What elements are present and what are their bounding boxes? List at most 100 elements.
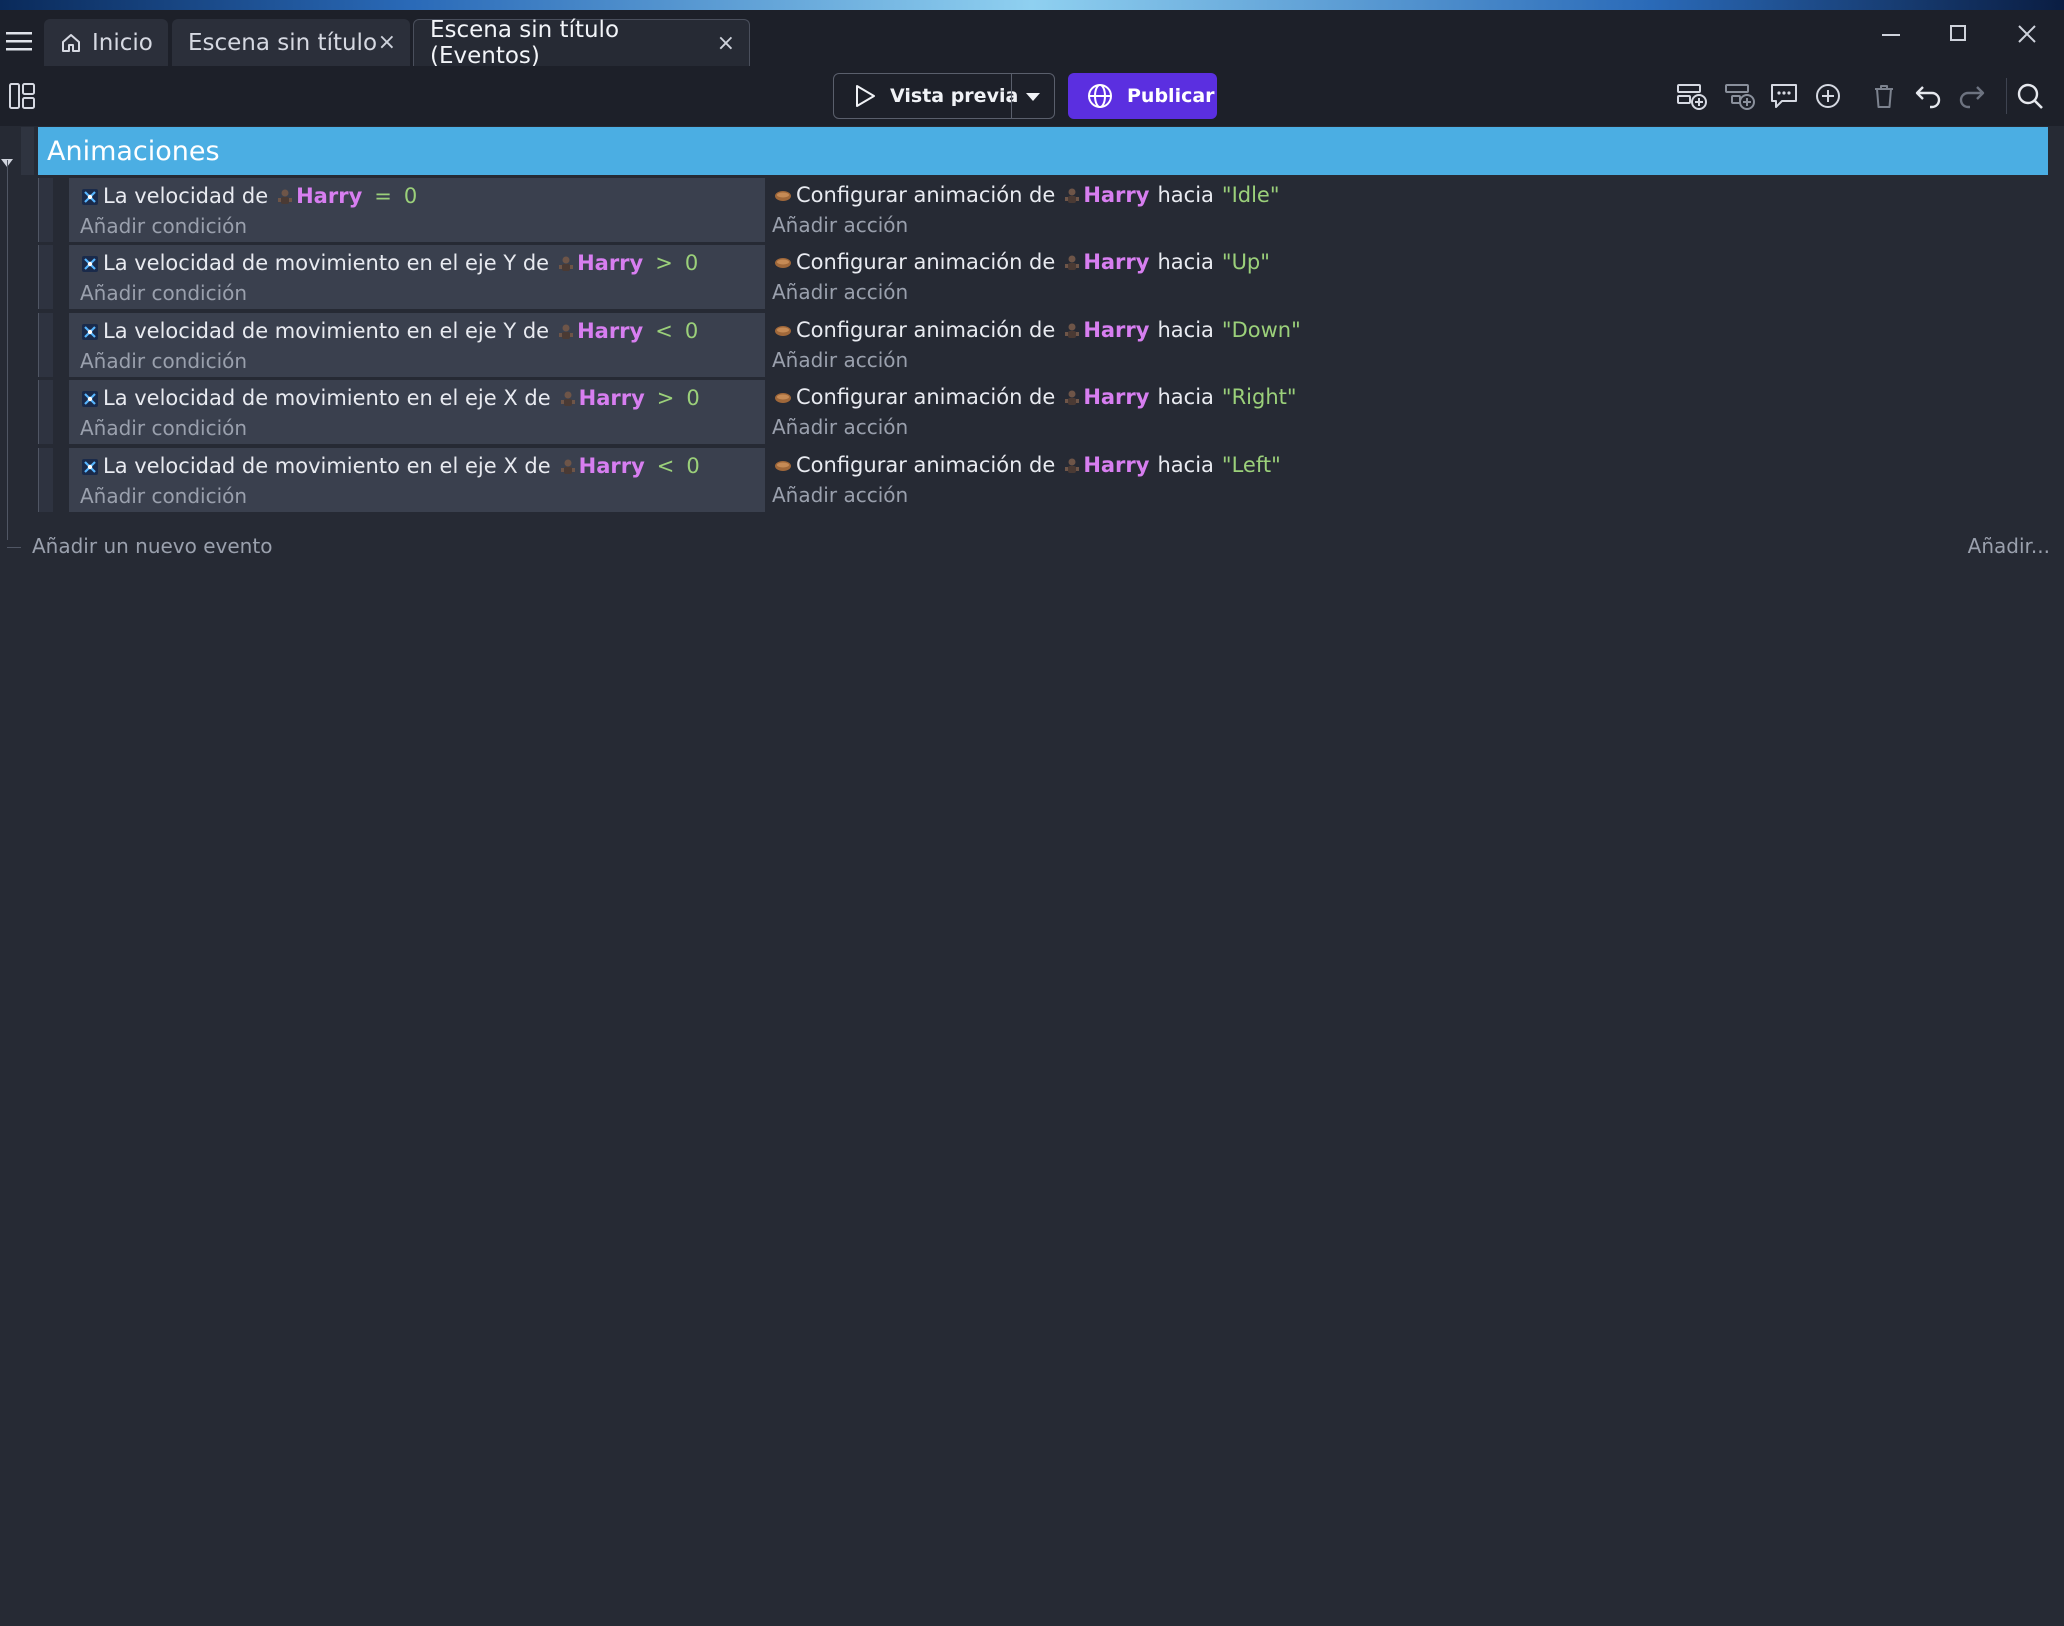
conditions-panel[interactable]: La velocidad de Harry = 0 Añadir condición [69, 178, 765, 242]
event-drag-handle[interactable] [38, 245, 53, 309]
action[interactable]: Configurar animación de Harry hacia "Down" [774, 318, 1301, 342]
object-name: Harry [296, 184, 363, 208]
add-action-link[interactable]: Añadir acción [772, 348, 908, 372]
add-action-link[interactable]: Añadir acción [772, 415, 908, 439]
action-text: Configurar animación de [796, 250, 1056, 274]
event-drag-handle[interactable] [38, 178, 53, 242]
animation-action-icon [774, 321, 792, 339]
animation-action-icon [774, 456, 792, 474]
publish-button[interactable]: Publicar [1068, 73, 1217, 119]
condition-text: La velocidad de [103, 184, 269, 208]
redo-icon[interactable] [1956, 80, 1988, 112]
group-header[interactable]: Animaciones [38, 127, 2048, 175]
conditions-panel[interactable]: La velocidad de movimiento en el eje Y d… [69, 245, 765, 309]
add-action-link[interactable]: Añadir acción [772, 280, 908, 304]
close-window-icon[interactable] [2016, 23, 2038, 45]
condition[interactable]: La velocidad de movimiento en el eje Y d… [81, 251, 698, 275]
add-condition-link[interactable]: Añadir condición [80, 281, 247, 305]
home-icon [60, 32, 82, 54]
add-action-link[interactable]: Añadir acción [772, 213, 908, 237]
conditions-panel[interactable]: La velocidad de movimiento en el eje Y d… [69, 313, 765, 377]
object-harry-icon [276, 187, 294, 205]
event-row[interactable]: La velocidad de movimiento en el eje X d… [0, 448, 2064, 512]
add-condition-link[interactable]: Añadir condición [80, 484, 247, 508]
group-left-bar [21, 127, 34, 175]
chevron-down-icon[interactable] [1024, 91, 1042, 103]
movement-behavior-icon [81, 322, 99, 340]
condition[interactable]: La velocidad de movimiento en el eje Y d… [81, 319, 698, 343]
undo-icon[interactable] [1912, 80, 1944, 112]
preview-label: Vista previa [890, 85, 1019, 107]
add-action-link[interactable]: Añadir acción [772, 483, 908, 507]
condition[interactable]: La velocidad de movimiento en el eje X d… [81, 386, 700, 410]
tab-escena-eventos[interactable]: Escena sin título (Eventos) × [413, 17, 750, 69]
object-name: Harry [577, 319, 644, 343]
movement-behavior-icon [81, 457, 99, 475]
event-row[interactable]: La velocidad de movimiento en el eje Y d… [0, 245, 2064, 309]
condition-text: La velocidad de movimiento en el eje Y d… [103, 319, 550, 343]
object-name: Harry [1083, 385, 1150, 409]
toolbar-separator [2006, 78, 2007, 114]
animation-action-icon [774, 186, 792, 204]
action-text: Configurar animación de [796, 318, 1056, 342]
condition-text: La velocidad de movimiento en el eje Y d… [103, 251, 550, 275]
search-icon[interactable] [2014, 80, 2046, 112]
tab-escena[interactable]: Escena sin título × [172, 19, 410, 66]
movement-behavior-icon [81, 187, 99, 205]
preview-button[interactable]: Vista previa [833, 73, 1055, 119]
condition-text: La velocidad de movimiento en el eje X d… [103, 454, 551, 478]
value: 0 [684, 319, 699, 343]
action[interactable]: Configurar animación de Harry hacia "Up" [774, 250, 1270, 274]
add-standard-event-icon[interactable] [1676, 80, 1708, 112]
value: 0 [684, 251, 699, 275]
add-condition-link[interactable]: Añadir condición [80, 214, 247, 238]
event-row[interactable]: La velocidad de Harry = 0 Añadir condición Co… [0, 178, 2064, 242]
toolbar: Vista previa Publicar [0, 66, 2064, 126]
trash-icon[interactable] [1868, 80, 1900, 112]
event-drag-handle[interactable] [38, 448, 53, 512]
add-circle-icon[interactable] [1812, 80, 1844, 112]
conditions-panel[interactable]: La velocidad de movimiento en el eje X d… [69, 448, 765, 512]
event-drag-handle[interactable] [38, 380, 53, 444]
close-icon[interactable]: × [378, 30, 396, 55]
maximize-icon[interactable] [1950, 25, 1966, 41]
action[interactable]: Configurar animación de Harry hacia "Right" [774, 385, 1297, 409]
movement-behavior-icon [81, 254, 99, 272]
object-name: Harry [578, 386, 645, 410]
event-row[interactable]: La velocidad de movimiento en el eje Y d… [0, 313, 2064, 377]
globe-icon [1087, 83, 1113, 109]
add-more-link[interactable]: Añadir... [1968, 534, 2050, 558]
event-row[interactable]: La velocidad de movimiento en el eje X d… [0, 380, 2064, 444]
add-new-event-link[interactable]: Añadir un nuevo evento [32, 534, 272, 558]
conditions-panel[interactable]: La velocidad de movimiento en el eje X d… [69, 380, 765, 444]
condition[interactable]: La velocidad de movimiento en el eje X d… [81, 454, 700, 478]
close-icon[interactable]: × [717, 31, 735, 56]
object-harry-icon [1063, 321, 1081, 339]
minimize-icon[interactable] [1882, 34, 1900, 36]
condition[interactable]: La velocidad de Harry = 0 [81, 184, 417, 208]
add-condition-link[interactable]: Añadir condición [80, 416, 247, 440]
action-connector: hacia [1157, 318, 1214, 342]
object-name: Harry [578, 454, 645, 478]
menu-icon[interactable] [6, 30, 32, 52]
object-name: Harry [1083, 453, 1150, 477]
add-comment-icon[interactable] [1768, 80, 1800, 112]
tab-inicio[interactable]: Inicio [44, 19, 168, 66]
animation-name: "Left" [1221, 453, 1281, 477]
animation-name: "Down" [1221, 318, 1301, 342]
animation-name: "Up" [1221, 250, 1270, 274]
object-harry-icon [1063, 253, 1081, 271]
object-harry-icon [559, 389, 577, 407]
action[interactable]: Configurar animación de Harry hacia "Left" [774, 453, 1281, 477]
condition-text: La velocidad de movimiento en el eje X d… [103, 386, 551, 410]
panels-icon[interactable] [9, 83, 35, 109]
title-bar: Inicio Escena sin título × Escena sin tí… [0, 10, 2064, 69]
tab-label: Inicio [92, 29, 153, 56]
action[interactable]: Configurar animación de Harry hacia "Idle" [774, 183, 1280, 207]
event-drag-handle[interactable] [38, 313, 53, 377]
operator: < [656, 454, 675, 478]
value: 0 [686, 386, 700, 410]
object-name: Harry [1083, 318, 1150, 342]
add-condition-link[interactable]: Añadir condición [80, 349, 247, 373]
add-subevent-icon[interactable] [1724, 80, 1756, 112]
